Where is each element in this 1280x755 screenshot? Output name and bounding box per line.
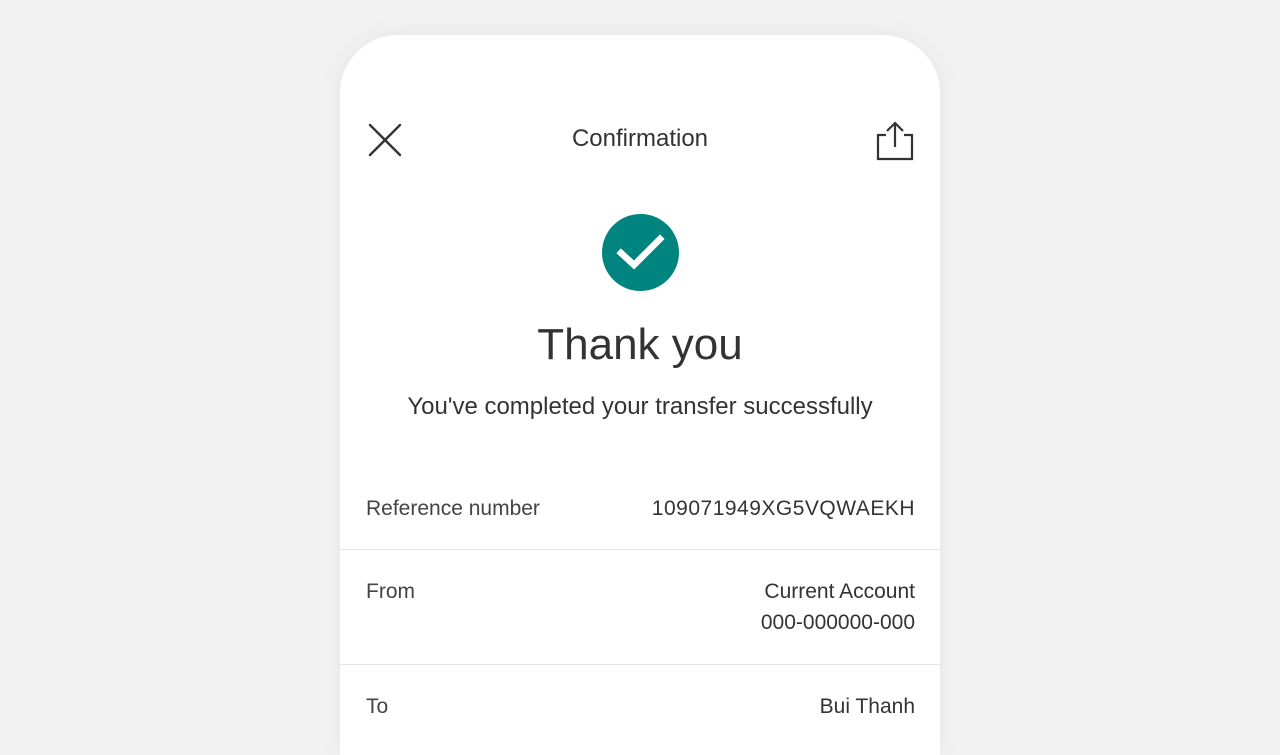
confirmation-screen: Confirmation Thank you You've completed …: [340, 35, 940, 755]
from-value: Current Account 000-000000-000: [761, 576, 915, 638]
share-button[interactable]: [874, 119, 918, 163]
share-icon: [876, 121, 914, 161]
reference-label: Reference number: [366, 497, 540, 520]
to-name: Bui Thanh: [819, 695, 915, 718]
reference-value: 109071949XG5VQWAEKH: [651, 497, 915, 520]
from-account-number: 000-000000-000: [760, 611, 915, 634]
header-bar: Confirmation: [340, 115, 940, 167]
from-account-name: Current Account: [764, 580, 915, 603]
success-check-icon: [602, 214, 679, 291]
to-label: To: [366, 695, 389, 718]
reference-row: Reference number 109071949XG5VQWAEKH: [340, 480, 940, 550]
from-row: From Current Account 000-000000-000: [340, 550, 940, 665]
to-value: Bui Thanh: [820, 691, 915, 722]
from-label: From: [366, 580, 415, 603]
to-row: To Bui Thanh: [340, 665, 940, 755]
success-heading: Thank you: [537, 320, 743, 369]
page-title: Confirmation: [571, 125, 709, 152]
success-message: You've completed your transfer successfu…: [407, 393, 873, 420]
